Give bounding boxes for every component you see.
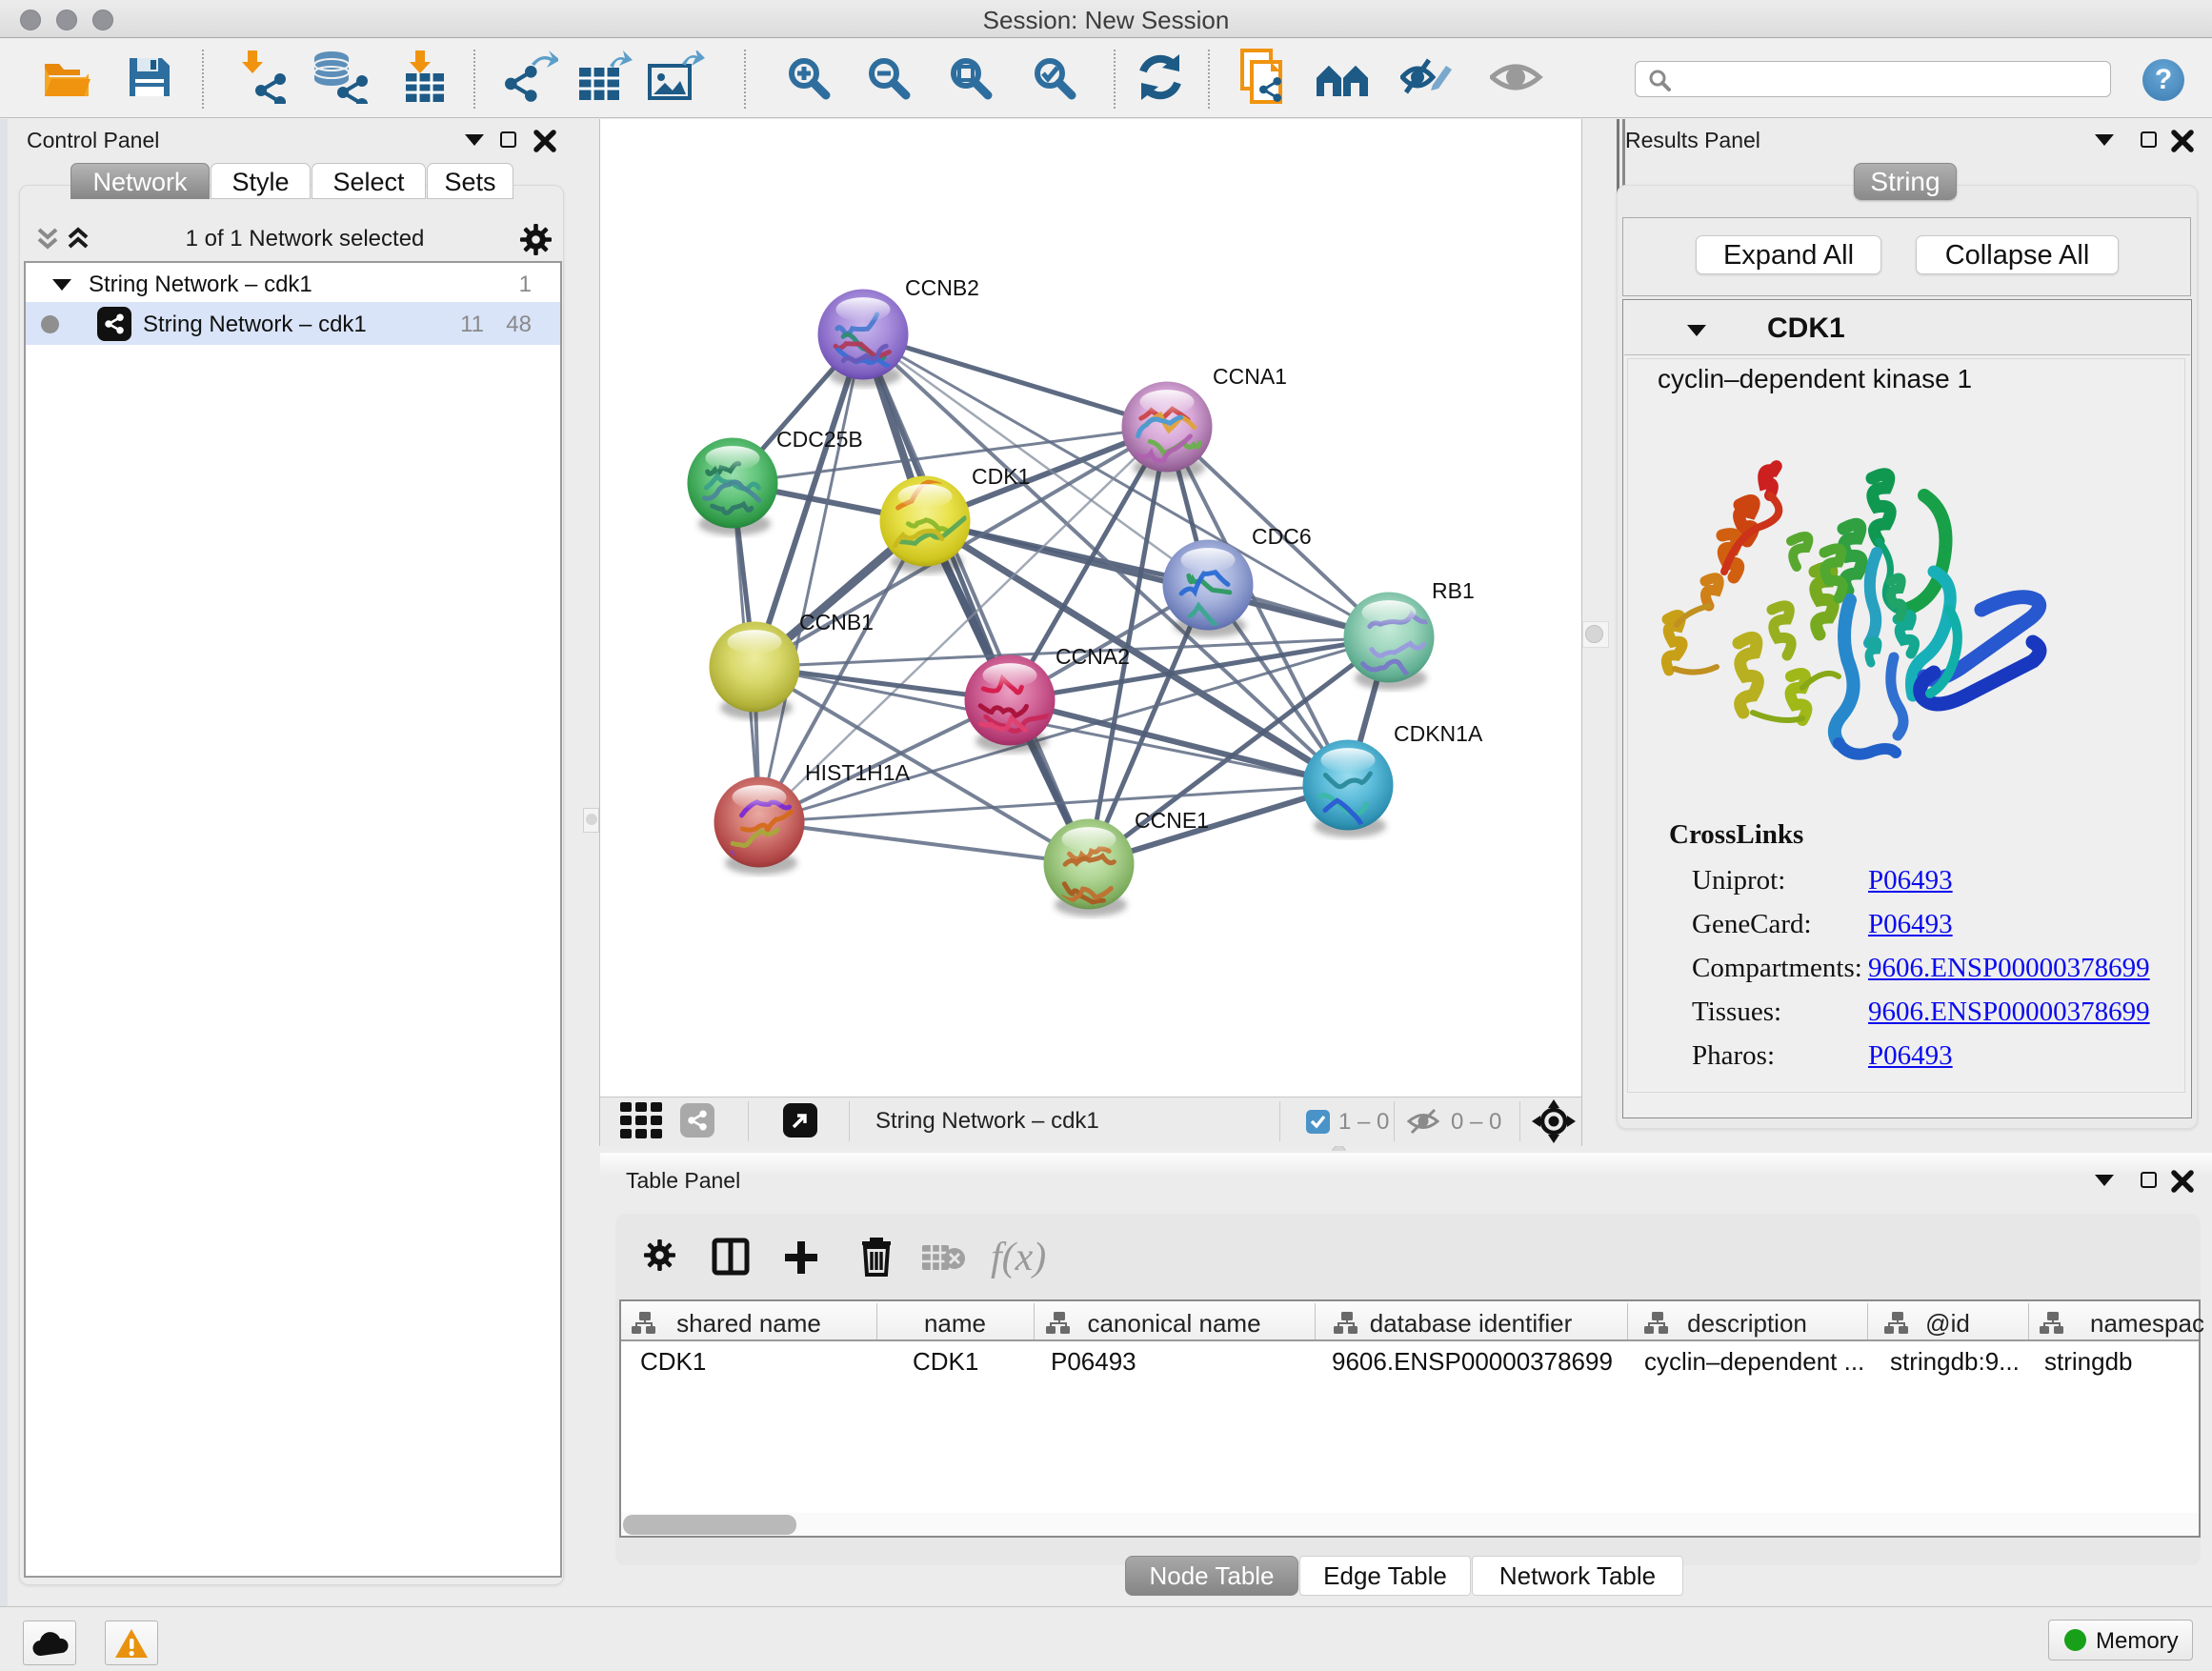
svg-text:CDKN1A: CDKN1A bbox=[1394, 721, 1483, 746]
svg-text:CDC6: CDC6 bbox=[1252, 524, 1312, 549]
svg-text:CDK1: CDK1 bbox=[972, 464, 1030, 489]
svg-text:HIST1H1A: HIST1H1A bbox=[805, 760, 911, 785]
svg-text:CCNB1: CCNB1 bbox=[799, 610, 874, 634]
svg-text:CCNB2: CCNB2 bbox=[905, 275, 979, 300]
svg-text:CCNA1: CCNA1 bbox=[1213, 364, 1287, 389]
svg-text:RB1: RB1 bbox=[1432, 578, 1475, 603]
svg-text:CCNE1: CCNE1 bbox=[1135, 808, 1209, 833]
svg-text:CDC25B: CDC25B bbox=[776, 427, 863, 452]
svg-text:CCNA2: CCNA2 bbox=[1056, 644, 1130, 669]
